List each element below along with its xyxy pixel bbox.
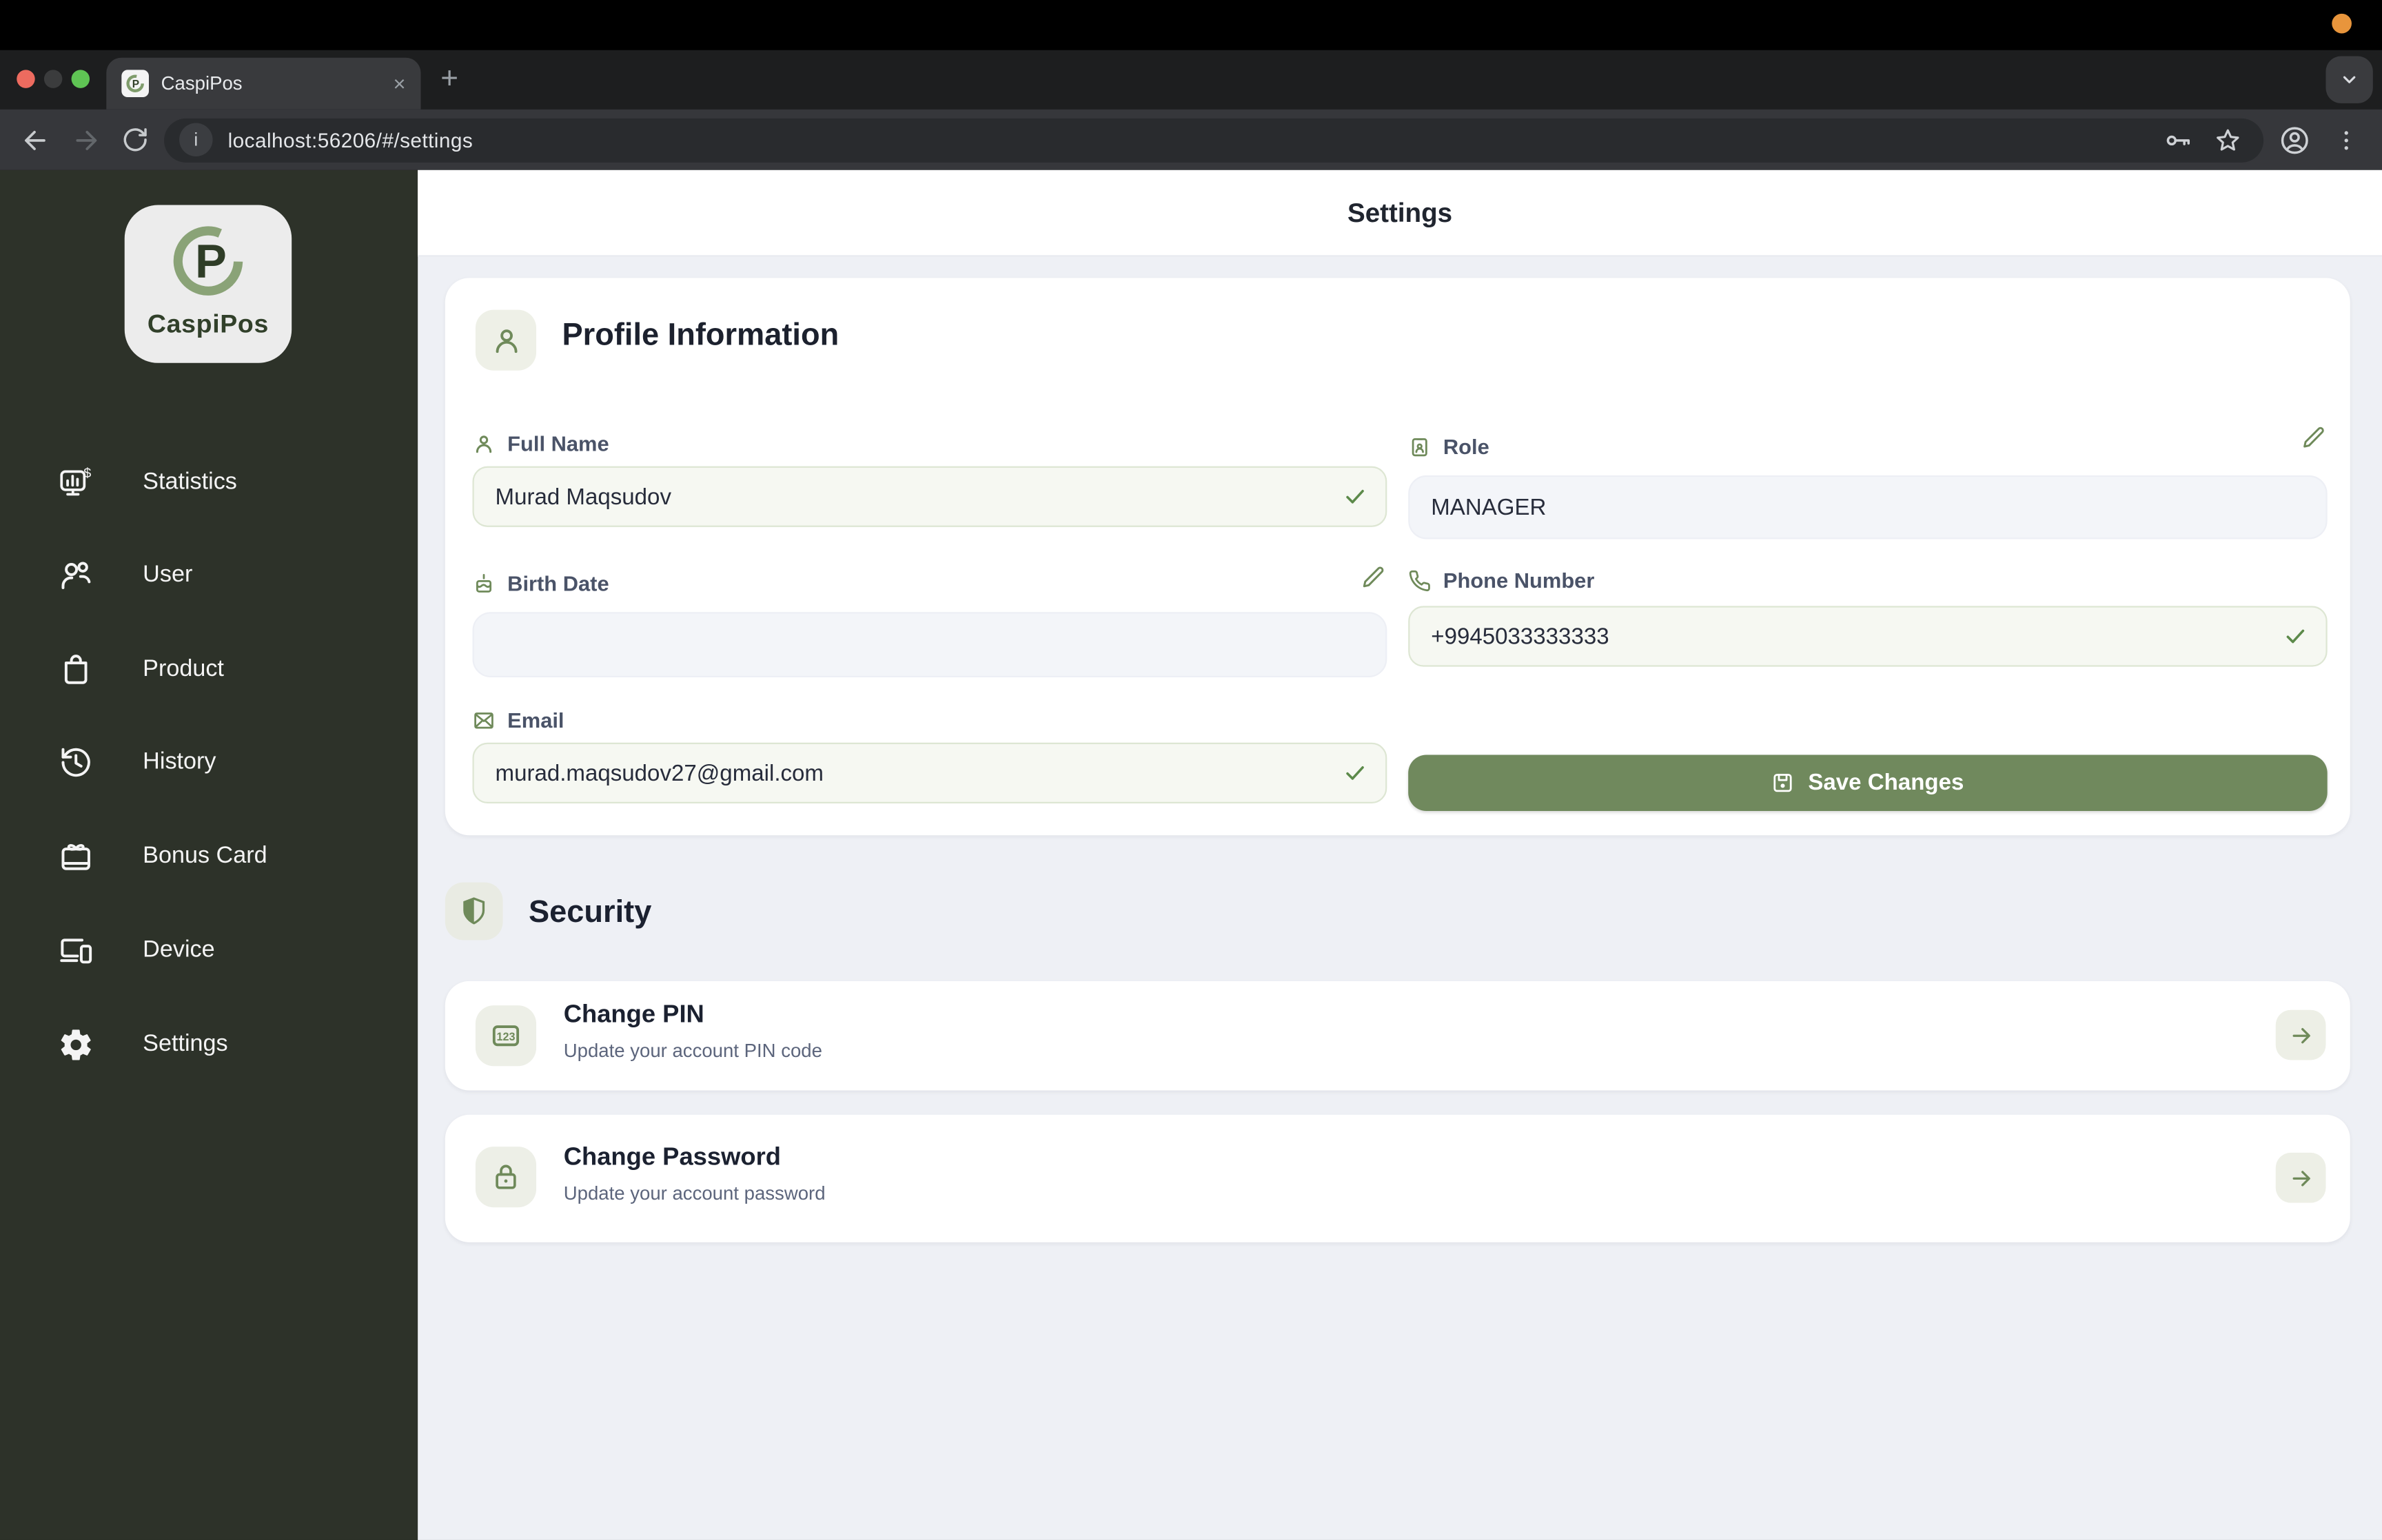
pin-123-icon: 123: [492, 1025, 520, 1047]
phone-number-input[interactable]: [1408, 606, 2328, 667]
app-logo: P CaspiPos: [124, 205, 292, 363]
svg-text:123: 123: [496, 1031, 515, 1043]
browser-toolbar: i localhost:56206/#/settings: [0, 109, 2382, 170]
history-clock-icon: [61, 748, 90, 777]
change-pin-title: Change PIN: [563, 1000, 704, 1029]
close-window-button[interactable]: [17, 70, 35, 88]
browser-tab[interactable]: P CaspiPos ×: [106, 57, 421, 110]
change-password-subtitle: Update your account password: [563, 1182, 826, 1204]
macos-titlebar: [0, 0, 2382, 50]
page-header: Settings: [418, 170, 2382, 257]
valid-check-icon: [1346, 766, 1364, 780]
profile-information-card: Profile Information Full Name Role: [445, 278, 2350, 836]
edit-role-icon[interactable]: [2301, 425, 2325, 449]
sidebar: P CaspiPos $ Statistics User Product His…: [0, 170, 418, 1540]
devices-icon: [60, 938, 92, 964]
tab-search-button[interactable]: [2325, 56, 2373, 103]
svg-text:P: P: [195, 234, 227, 287]
profile-section-title: Profile Information: [562, 317, 839, 353]
zoom-window-button[interactable]: [71, 70, 90, 88]
svg-text:P: P: [132, 79, 139, 90]
security-section-title: Security: [529, 894, 652, 930]
change-password-arrow-button[interactable]: [2275, 1152, 2326, 1203]
gift-card-icon: [61, 843, 90, 870]
valid-check-icon: [1346, 489, 1364, 504]
arrow-right-icon: [2292, 1027, 2310, 1043]
change-pin-card[interactable]: 123 Change PIN Update your account PIN c…: [445, 981, 2350, 1091]
arrow-right-icon: [2292, 1170, 2310, 1186]
sidebar-item-bonus-card[interactable]: Bonus Card: [0, 823, 418, 890]
profile-avatar-icon[interactable]: [2279, 124, 2310, 156]
birth-date-input[interactable]: [472, 612, 1387, 678]
sidebar-item-product[interactable]: Product: [0, 637, 418, 704]
sidebar-item-device[interactable]: Device: [0, 917, 418, 984]
phone-icon: [1409, 569, 1430, 591]
users-icon: [61, 562, 91, 589]
birthday-cake-icon: [476, 573, 492, 592]
change-pin-subtitle: Update your account PIN code: [563, 1040, 822, 1062]
save-disk-icon: [1773, 774, 1793, 792]
valid-check-icon: [2286, 629, 2305, 644]
sidebar-item-statistics[interactable]: $ Statistics: [0, 449, 418, 516]
screen: P CaspiPos × + i localhost:56206/#/setti…: [0, 0, 2382, 1540]
caspipos-favicon-icon: P: [121, 70, 150, 98]
profile-section-badge: [475, 309, 537, 371]
password-key-icon[interactable]: [2164, 125, 2192, 154]
pin-badge: 123: [475, 1005, 537, 1067]
sidebar-item-history[interactable]: History: [0, 729, 418, 796]
person-icon: [495, 329, 517, 353]
save-changes-button[interactable]: Save Changes: [1408, 754, 2328, 811]
full-name-input[interactable]: [472, 466, 1387, 527]
full-name-label: Full Name: [472, 431, 609, 455]
forward-icon[interactable]: [72, 125, 101, 154]
url-text[interactable]: localhost:56206/#/settings: [228, 128, 2164, 151]
caspipos-logo-icon: P: [173, 226, 243, 296]
sidebar-item-settings[interactable]: Settings: [0, 1012, 418, 1078]
new-tab-button[interactable]: +: [440, 62, 458, 97]
password-badge: [475, 1147, 537, 1208]
id-badge-icon: [1412, 437, 1427, 456]
tab-title: CaspiPos: [161, 72, 243, 94]
lock-icon: [496, 1164, 516, 1189]
phone-number-label: Phone Number: [1408, 568, 1594, 593]
back-icon[interactable]: [21, 125, 50, 154]
mail-icon: [474, 712, 493, 728]
reload-icon[interactable]: [121, 126, 149, 154]
change-password-title: Change Password: [563, 1143, 782, 1171]
svg-text:$: $: [83, 466, 91, 481]
statistics-icon: $: [60, 466, 91, 496]
change-password-card[interactable]: Change Password Update your account pass…: [445, 1114, 2350, 1242]
birth-date-label: Birth Date: [472, 571, 609, 595]
site-info-icon[interactable]: i: [179, 123, 213, 157]
settings-gear-icon: [61, 1029, 91, 1060]
window-controls: [17, 70, 90, 88]
email-label: Email: [472, 708, 564, 732]
shield-icon: [463, 897, 485, 925]
browser-menu-icon[interactable]: [2333, 127, 2359, 152]
recording-indicator-icon: [2332, 13, 2352, 34]
role-input[interactable]: [1408, 475, 2328, 540]
bookmark-star-icon[interactable]: [2213, 125, 2242, 154]
chevron-down-icon: [2343, 76, 2356, 83]
page-title: Settings: [1347, 196, 1453, 227]
person-icon: [476, 435, 492, 453]
app-window: P CaspiPos $ Statistics User Product His…: [0, 170, 2382, 1540]
edit-birth-date-icon[interactable]: [1361, 565, 1385, 589]
logo-text: CaspiPos: [147, 309, 269, 339]
email-input[interactable]: [472, 742, 1387, 803]
change-pin-arrow-button[interactable]: [2275, 1009, 2326, 1060]
role-label: Role: [1408, 434, 1489, 459]
shopping-bag-icon: [64, 655, 88, 684]
minimize-window-button[interactable]: [43, 70, 63, 88]
sidebar-item-user[interactable]: User: [0, 542, 418, 609]
security-section-badge: [445, 882, 503, 941]
main-content: Settings Profile Information Full Name M…: [418, 170, 2382, 1540]
address-bar[interactable]: i localhost:56206/#/settings: [164, 117, 2264, 162]
browser-tabstrip: P CaspiPos × +: [0, 50, 2382, 110]
tab-close-icon[interactable]: ×: [393, 73, 405, 94]
